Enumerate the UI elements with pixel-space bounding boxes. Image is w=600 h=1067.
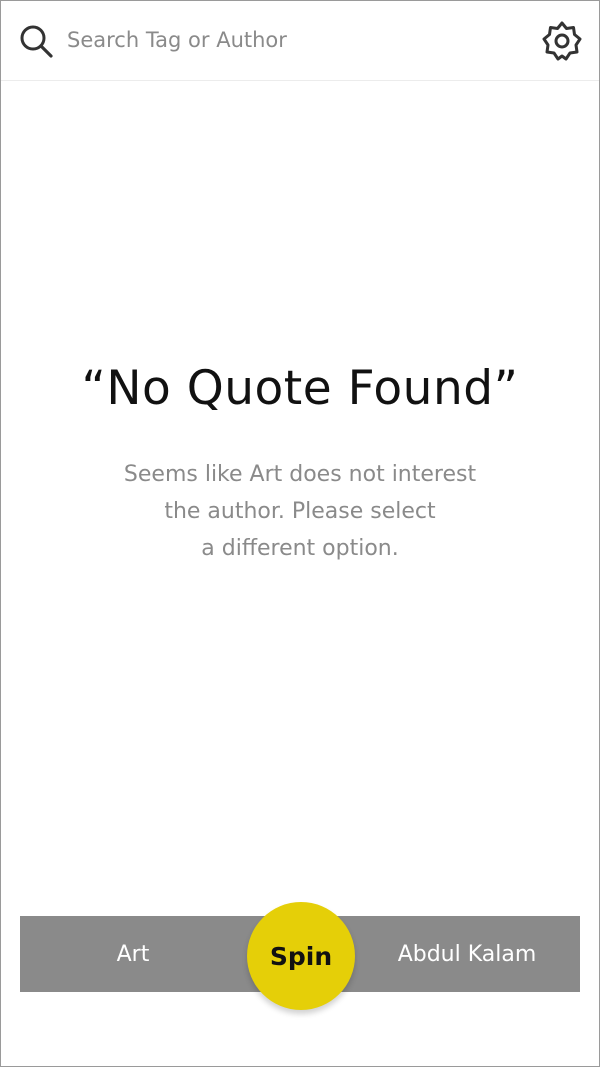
message-line: the author. Please select: [164, 499, 436, 524]
no-quote-message: Seems like Art does not interest the aut…: [91, 456, 509, 567]
message-line: a different option.: [201, 536, 399, 561]
message-line: Seems like Art does not interest: [123, 462, 477, 487]
tag-selector-button[interactable]: Art: [20, 916, 246, 992]
author-selector-button[interactable]: Abdul Kalam: [354, 916, 580, 992]
app-screen: “No Quote Found” Seems like Art does not…: [0, 0, 600, 1067]
search-icon[interactable]: [18, 23, 54, 59]
gear-icon[interactable]: [540, 19, 584, 63]
spin-button[interactable]: Spin: [247, 902, 355, 1010]
no-quote-title: “No Quote Found”: [81, 361, 519, 416]
search-header: [1, 1, 599, 81]
search-input[interactable]: [67, 21, 507, 59]
